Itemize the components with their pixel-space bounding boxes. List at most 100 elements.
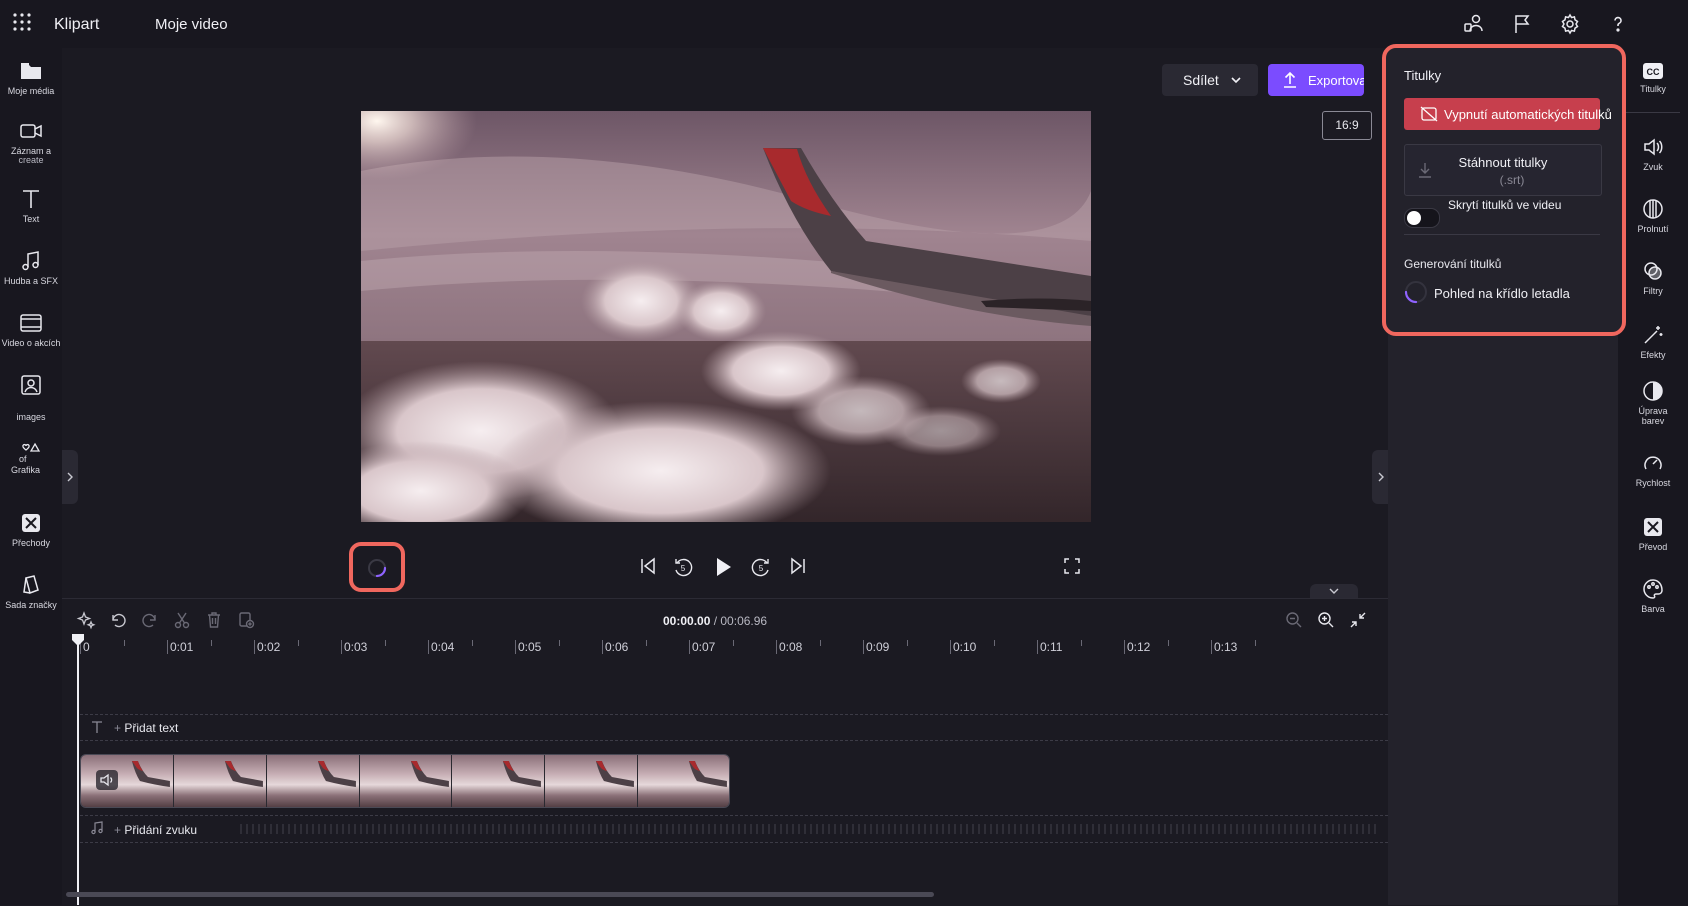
ruler-tick [167, 640, 168, 654]
help-icon[interactable] [1606, 12, 1630, 36]
sidebar-item-label: Moje média [7, 86, 55, 96]
sidebar-item-stock-video[interactable]: Video o akcích [0, 312, 62, 349]
track-divider [80, 842, 1388, 843]
rewind-5s-icon[interactable]: 5 [672, 556, 694, 578]
collapse-preview-handle[interactable] [1310, 584, 1358, 598]
ruler-tick [341, 640, 342, 654]
ruler-tick [1211, 640, 1212, 654]
right-panel-expand-handle[interactable] [1372, 450, 1388, 504]
ruler-minor-tick [993, 640, 995, 646]
add-audio-track[interactable]: + Přidání zvuku [114, 823, 197, 837]
ruler-label: 0:01 [170, 640, 194, 654]
sidebar-item-color-correction[interactable]: Úprava barev [1618, 380, 1688, 427]
track-divider [80, 815, 1388, 816]
timeline-ruler[interactable]: 0 0:01 0:02 0:03 0:04 0:05 0:06 0:07 0:08 0:09 0:1… [62, 640, 1388, 664]
ruler-tick [1037, 640, 1038, 654]
zoom-in-icon[interactable] [1316, 610, 1336, 630]
sidebar-item-label: Titulky [1640, 84, 1666, 94]
ruler-minor-tick [297, 640, 299, 646]
zoom-out-icon[interactable] [1284, 610, 1304, 630]
video-clip[interactable] [80, 754, 730, 808]
sidebar-item-label: Rychlost [1635, 478, 1671, 488]
sidebar-item-label: of [19, 454, 27, 464]
sidebar-item-transition[interactable]: Převod [1618, 516, 1688, 553]
sidebar-item-brand-kit[interactable]: Sada značky [0, 574, 62, 611]
clip-thumbnail [359, 755, 453, 807]
playhead-handle[interactable] [71, 634, 85, 646]
fit-timeline-icon[interactable] [1348, 610, 1368, 630]
split-scissors-icon[interactable] [172, 610, 192, 630]
aspect-ratio-button[interactable]: 16:9 [1322, 111, 1372, 140]
hide-captions-toggle[interactable] [1404, 208, 1440, 228]
share-people-icon[interactable] [1462, 12, 1486, 36]
flag-icon[interactable] [1510, 12, 1534, 36]
ruler-minor-tick [1080, 640, 1082, 646]
ruler-minor-tick [123, 640, 125, 646]
ruler-tick [1124, 640, 1125, 654]
sidebar-item-label: Efekty [1640, 350, 1666, 360]
settings-gear-icon[interactable] [1558, 12, 1582, 36]
sidebar-item-label: Převod [1638, 542, 1668, 552]
sidebar-item-captions[interactable]: CC Titulky [1618, 62, 1688, 95]
redo-icon[interactable] [140, 610, 160, 630]
sidebar-item-images[interactable]: images [0, 374, 62, 423]
project-title[interactable]: Moje video [155, 16, 228, 33]
duplicate-icon[interactable] [236, 610, 256, 630]
magic-edit-icon[interactable] [76, 610, 96, 630]
sidebar-item-speed[interactable]: Rychlost [1618, 452, 1688, 489]
share-button[interactable]: Sdílet [1162, 64, 1258, 96]
download-captions-button[interactable]: Stáhnout titulky (.srt) [1404, 144, 1602, 196]
right-sidebar: CC Titulky Zvuk Prolnutí Filtry Efekty Ú… [1618, 48, 1688, 905]
play-icon[interactable] [712, 556, 734, 578]
sidebar-item-effects[interactable]: Efekty [1618, 324, 1688, 361]
ruler-minor-tick [645, 640, 647, 646]
ruler-label: 0:06 [605, 640, 629, 654]
fullscreen-icon[interactable] [1062, 556, 1082, 576]
sidebar-item-my-media[interactable]: Moje média [0, 60, 62, 97]
sidebar-item-record-create[interactable]: Záznam a create [0, 120, 62, 166]
left-panel-expand-handle[interactable] [62, 450, 78, 504]
playhead[interactable] [77, 640, 79, 905]
export-button[interactable]: Exportovat [1268, 64, 1364, 96]
sidebar-item-label: create [18, 155, 44, 165]
sidebar-item-label: Sada značky [5, 600, 57, 610]
clip-audio-icon[interactable] [96, 770, 118, 790]
timeline-scrollbar[interactable] [66, 892, 934, 897]
sidebar-item-label: Přechody [11, 538, 51, 548]
sidebar-item-text[interactable]: Text [0, 188, 62, 225]
sidebar-item-graphics[interactable]: of Grafika [0, 442, 62, 476]
text-track-icon [90, 720, 104, 734]
sidebar-item-fade[interactable]: Prolnutí [1618, 198, 1688, 235]
skip-to-end-icon[interactable] [788, 556, 808, 576]
ruler-label: 0:07 [692, 640, 716, 654]
ruler-label: 0:12 [1127, 640, 1151, 654]
sidebar-item-label: Video o akcích [1, 338, 61, 348]
audio-waveform-placeholder [240, 824, 1380, 834]
svg-text:5: 5 [681, 564, 686, 573]
sidebar-item-filters[interactable]: Filtry [1618, 260, 1688, 297]
sidebar-item-music-sfx[interactable]: Hudba a SFX [0, 250, 62, 287]
sidebar-item-transitions[interactable]: Přechody [0, 512, 62, 549]
export-button-label: Exportovat [1308, 73, 1364, 88]
clip-thumbnail [638, 755, 729, 807]
ruler-label: 0:10 [953, 640, 977, 654]
ruler-minor-tick [906, 640, 908, 646]
track-divider [80, 740, 1388, 741]
plus-icon: + [114, 721, 122, 735]
add-audio-label: Přidání zvuku [124, 823, 198, 837]
sidebar-item-color[interactable]: Barva [1618, 578, 1688, 615]
ruler-tick [863, 640, 864, 654]
divider [1404, 234, 1600, 235]
sidebar-item-audio[interactable]: Zvuk [1618, 136, 1688, 173]
undo-icon[interactable] [108, 610, 128, 630]
plus-icon: + [114, 823, 122, 837]
skip-to-start-icon[interactable] [638, 556, 658, 576]
clip-thumbnail [81, 755, 174, 807]
turn-off-auto-captions-button[interactable]: Vypnutí automatických titulků [1404, 98, 1612, 130]
forward-5s-icon[interactable]: 5 [750, 556, 772, 578]
ruler-minor-tick [210, 640, 212, 646]
delete-trash-icon[interactable] [204, 610, 224, 630]
add-text-track[interactable]: + Přidat text [114, 721, 178, 735]
app-launcher-icon[interactable] [12, 12, 32, 32]
svg-text:CC: CC [1647, 67, 1660, 77]
